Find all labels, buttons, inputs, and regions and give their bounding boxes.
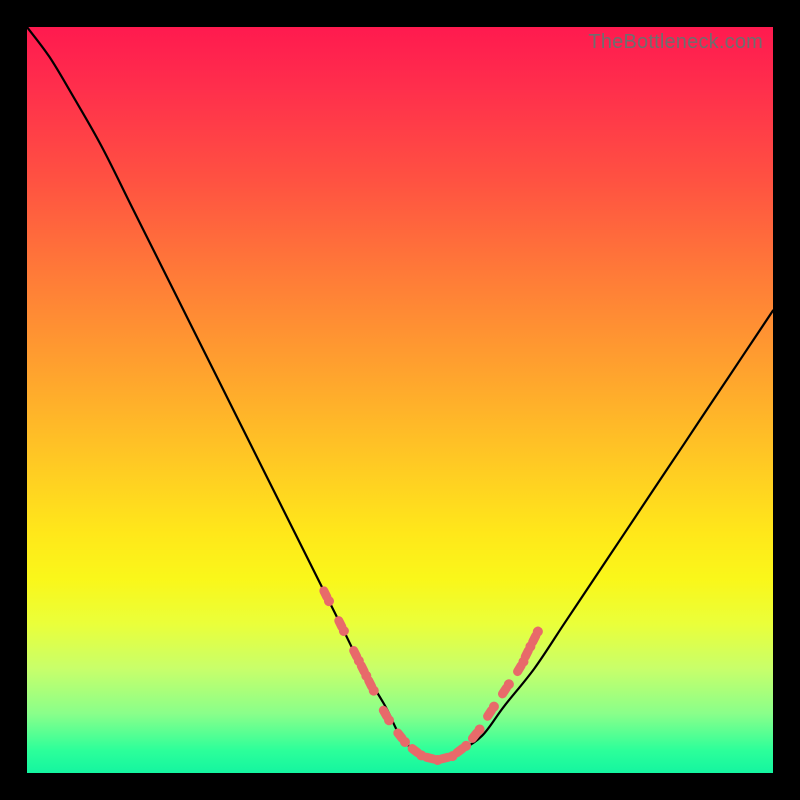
chart-plot-area: TheBottleneck.com — [27, 27, 773, 773]
curve-path — [27, 27, 773, 759]
chart-frame: TheBottleneck.com — [0, 0, 800, 800]
bottleneck-curve — [27, 27, 773, 773]
highlighted-points — [317, 585, 544, 767]
